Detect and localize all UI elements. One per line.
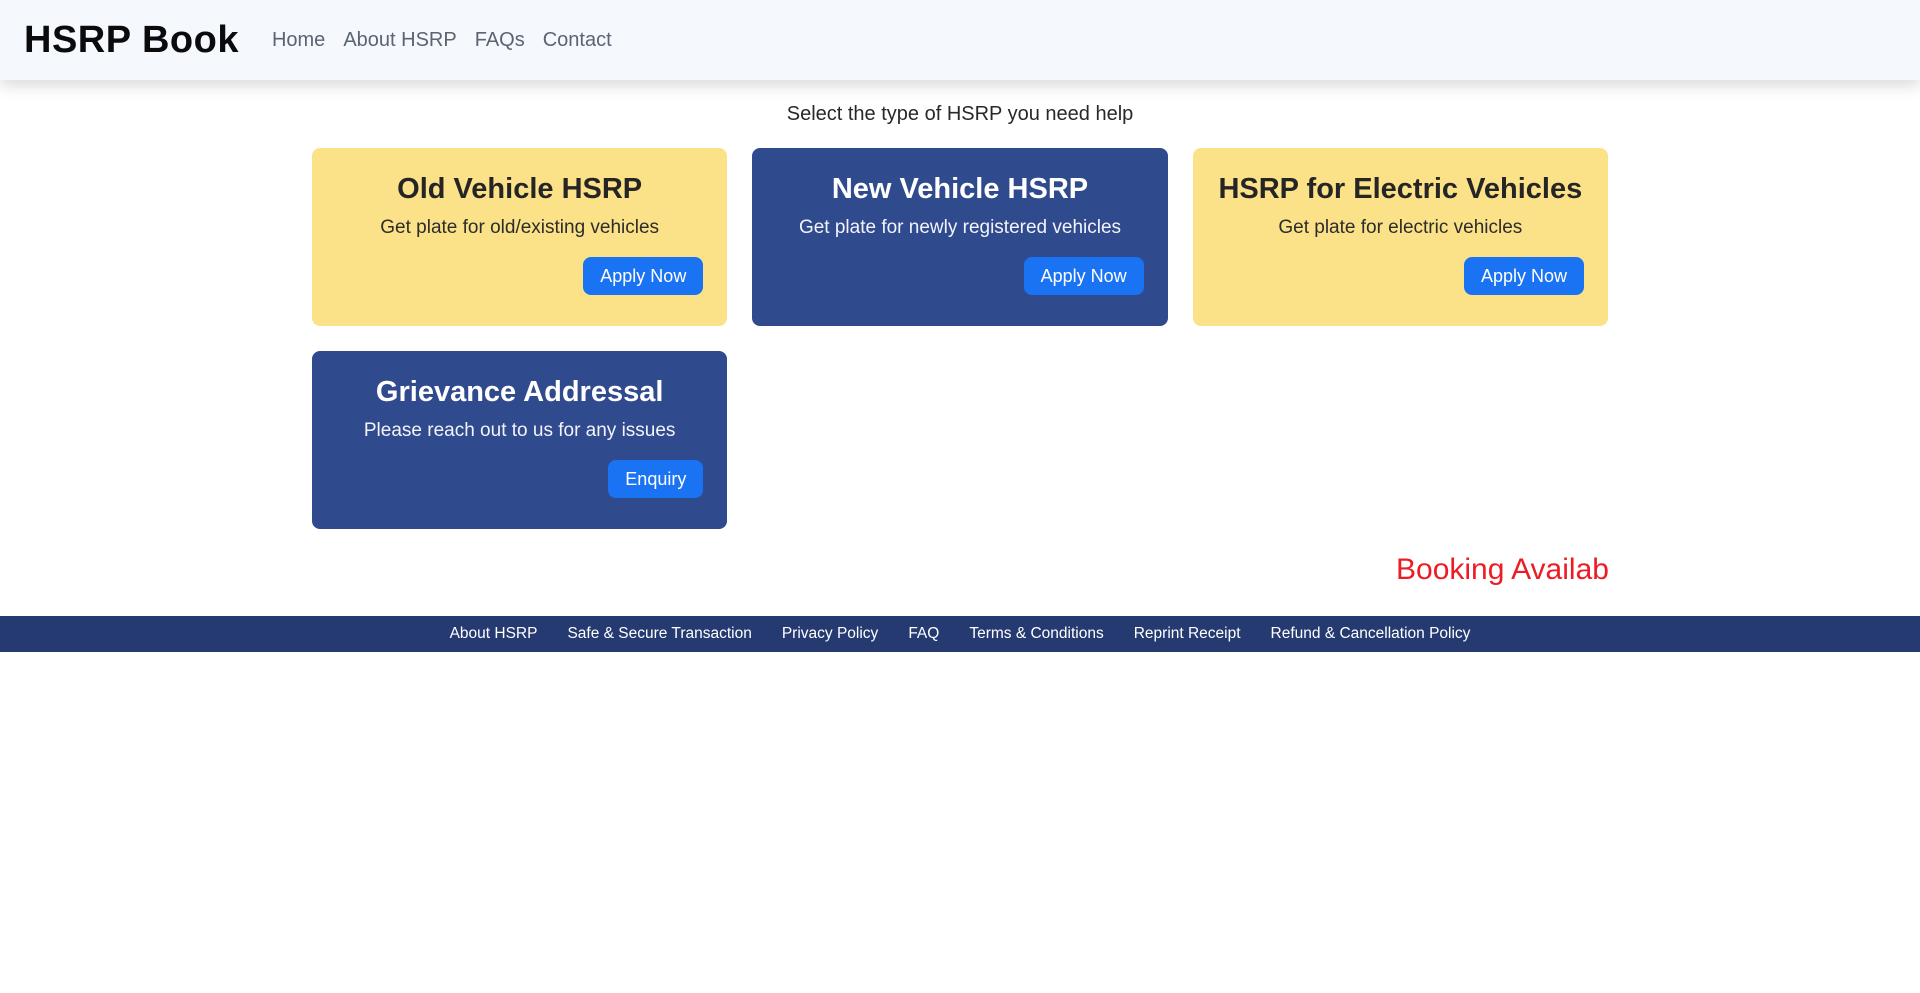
footer-link-reprint-receipt[interactable]: Reprint Receipt <box>1134 625 1241 643</box>
card-new-vehicle-hsrp: New Vehicle HSRP Get plate for newly reg… <box>752 148 1167 326</box>
card-old-vehicle-hsrp: Old Vehicle HSRP Get plate for old/exist… <box>312 148 727 326</box>
main-nav: Home About HSRP FAQs Contact <box>272 29 612 52</box>
footer-link-privacy-policy[interactable]: Privacy Policy <box>782 625 878 643</box>
footer-link-terms-conditions[interactable]: Terms & Conditions <box>969 625 1103 643</box>
card-subtitle: Get plate for newly registered vehicles <box>752 217 1167 239</box>
card-title: Grievance Addressal <box>312 375 727 409</box>
apply-now-button-new-vehicle[interactable]: Apply Now <box>1024 257 1144 295</box>
apply-now-button-electric-vehicle[interactable]: Apply Now <box>1464 257 1584 295</box>
footer-link-faq[interactable]: FAQ <box>908 625 939 643</box>
nav-item-about-hsrp[interactable]: About HSRP <box>343 29 456 52</box>
booking-marquee: Booking Available <box>312 552 1608 588</box>
footer-link-refund-policy[interactable]: Refund & Cancellation Policy <box>1271 625 1471 643</box>
page-heading: Select the type of HSRP you need help <box>312 100 1608 128</box>
enquiry-button[interactable]: Enquiry <box>608 460 703 498</box>
nav-item-faqs[interactable]: FAQs <box>475 29 525 52</box>
nav-item-contact[interactable]: Contact <box>543 29 612 52</box>
main-content: Select the type of HSRP you need help Ol… <box>312 100 1608 588</box>
card-title: Old Vehicle HSRP <box>312 172 727 206</box>
card-electric-vehicle-hsrp: HSRP for Electric Vehicles Get plate for… <box>1193 148 1608 326</box>
card-title: HSRP for Electric Vehicles <box>1193 172 1608 206</box>
marquee-text: Booking Available <box>1396 552 1608 588</box>
apply-now-button-old-vehicle[interactable]: Apply Now <box>583 257 703 295</box>
card-title: New Vehicle HSRP <box>752 172 1167 206</box>
nav-item-home[interactable]: Home <box>272 29 325 52</box>
card-subtitle: Get plate for old/existing vehicles <box>312 217 727 239</box>
footer: About HSRP Safe & Secure Transaction Pri… <box>0 616 1920 652</box>
site-logo[interactable]: HSRP Book <box>24 19 239 62</box>
footer-link-about-hsrp[interactable]: About HSRP <box>450 625 538 643</box>
service-cards: Old Vehicle HSRP Get plate for old/exist… <box>312 148 1608 529</box>
header: HSRP Book Home About HSRP FAQs Contact <box>0 0 1920 80</box>
card-grievance-addressal: Grievance Addressal Please reach out to … <box>312 351 727 529</box>
card-subtitle: Please reach out to us for any issues <box>312 420 727 442</box>
card-subtitle: Get plate for electric vehicles <box>1193 217 1608 239</box>
footer-link-safe-secure[interactable]: Safe & Secure Transaction <box>567 625 751 643</box>
